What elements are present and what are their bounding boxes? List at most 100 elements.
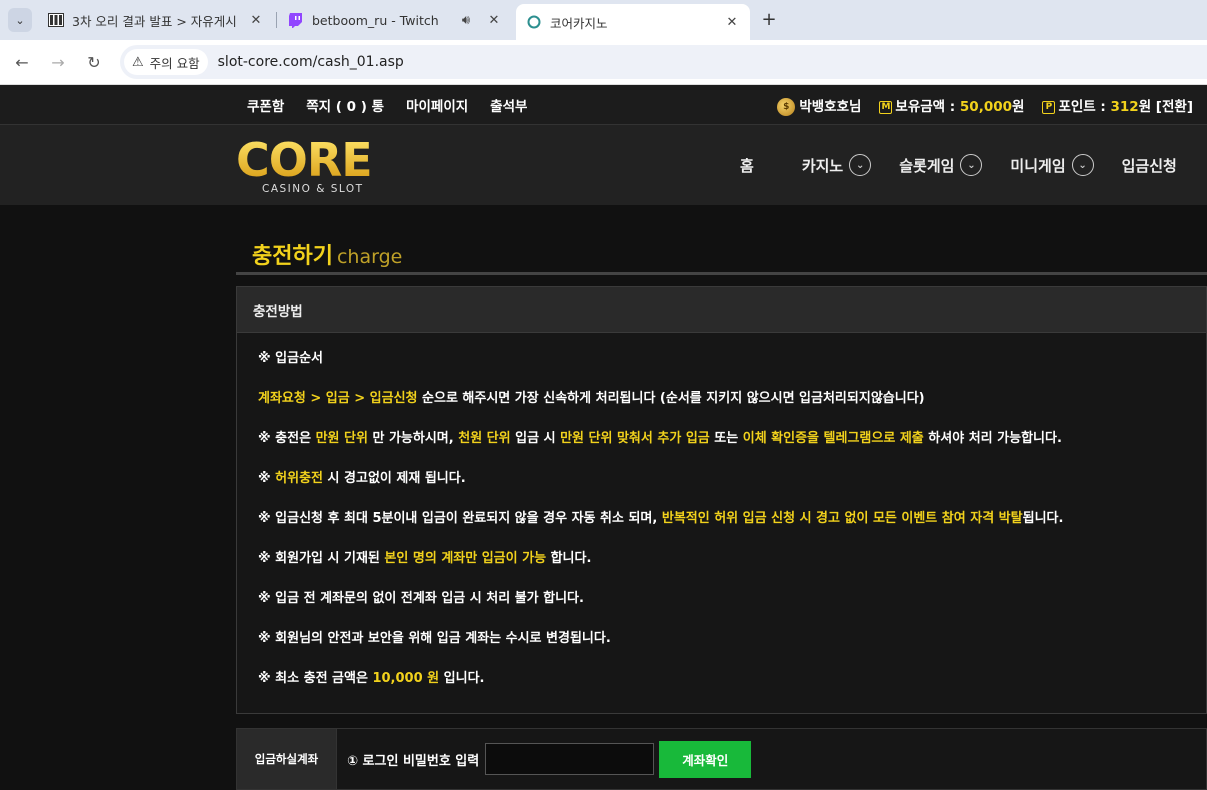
omnibox[interactable]: ⚠ 주의 요함 slot-core.com/cash_01.asp [120,45,1207,79]
coupon-link[interactable]: 쿠폰함 [247,95,284,115]
chevron-down-icon: ⌄ [1071,154,1094,176]
info-text: ※ 입금신청 후 최대 5분이내 입금이 완료되지 않을 경우 자동 취소 되며… [258,511,662,526]
balance-group: M 보유금액 : 50,000원 [879,95,1024,115]
info-highlight: 반복적인 허위 입금 신청 시 경고 없이 모든 이벤트 참여 자격 박탈 [661,511,1023,526]
info-text: 하셔야 처리 가능합니다. [923,431,1062,446]
info-highlight: 허위충전 [275,471,324,486]
title-divider [236,272,1207,275]
page-title-ko: 충전하기 [252,244,333,269]
nav-home[interactable]: 홈 [740,155,754,176]
warning-triangle-icon: ⚠ [132,54,144,70]
info-line-5: ※ 입금신청 후 최대 5분이내 입금이 완료되지 않을 경우 자동 취소 되며… [258,511,1206,551]
password-input[interactable] [485,743,655,775]
nav-deposit[interactable]: 입금신청 [1122,155,1177,176]
form-label: 입금하실계좌 [237,729,337,789]
point-group: P 포인트 : 312원 [전환] [1042,95,1193,115]
money-icon: M [879,100,893,114]
point-icon: P [1042,100,1056,114]
info-line-1: ※ 입금순서 [258,351,1206,391]
info-line-2: 계좌요청 > 입금 > 입금신청 순으로 해주시면 가장 신속하게 처리됩니다 … [258,391,1206,431]
info-text: 됩니다. [1022,511,1064,526]
nav-slot-label: 슬롯게임 [899,156,955,175]
message-link[interactable]: 쪽지 ( 0 ) 통 [306,95,384,115]
info-text: 또는 [709,431,743,446]
info-line-7: ※ 입금 전 계좌문의 없이 전계좌 입금 시 처리 불가 합니다. [258,591,1206,631]
speaker-icon[interactable]: 🔊︎ [458,12,474,28]
browser-tab-1[interactable]: 3차 오리 결과 발표 > 자유게시 ✕ [38,0,274,40]
loading-circle-icon [526,14,542,30]
forward-arrow-icon[interactable]: → [48,52,68,72]
info-highlight: 천원 단위 [458,431,511,446]
nav-casino[interactable]: 카지노 ⌄ [801,154,872,176]
reload-icon[interactable]: ↻ [84,52,104,72]
tab-search-chevron-icon[interactable]: ⌄ [8,8,32,32]
top-nav-links: 쿠폰함 쪽지 ( 0 ) 통 마이페이지 출석부 [247,85,527,125]
browser-tab-3-active[interactable]: 코어카지노 ✕ [516,4,750,40]
chevron-down-icon: ⌄ [960,154,983,176]
info-highlight: 10,000 원 [372,671,440,686]
address-bar-row: ← → ↻ ⚠ 주의 요함 slot-core.com/cash_01.asp [0,40,1207,85]
info-text: ※ 입금 전 계좌문의 없이 전계좌 입금 시 처리 불가 합니다. [258,591,584,606]
info-line-6: ※ 회원가입 시 기재된 본인 명의 계좌만 입금이 가능 합니다. [258,551,1206,591]
nav-home-label: 홈 [740,156,754,175]
nav-casino-label: 카지노 [801,156,844,175]
info-text: ※ [258,471,276,486]
info-text: 순으로 해주시면 가장 신속하게 처리됩니다 (순서를 지키지 않으시면 입금처… [417,391,925,406]
info-line-4: ※ 허위충전 시 경고없이 제재 됩니다. [258,471,1206,511]
info-text: ※ 입금순서 [258,351,324,366]
chevron-down-icon: ⌄ [849,154,872,176]
tab-title: 코어카지노 [550,15,608,31]
info-text: 합니다. [546,551,592,566]
nav-slot[interactable]: 슬롯게임 ⌄ [899,154,983,176]
point-label: 포인트 : [1058,99,1111,115]
close-icon[interactable]: ✕ [724,14,740,30]
info-line-8: ※ 회원님의 안전과 보안을 위해 입금 계좌는 수시로 변경됩니다. [258,631,1206,671]
nav-deposit-label: 입금신청 [1121,156,1177,175]
site-header: CORE CASINO & SLOT 홈 카지노 ⌄ 슬롯게임 ⌄ 미니게임 ⌄ 입금… [0,125,1207,205]
back-arrow-icon[interactable]: ← [12,52,32,72]
info-text: 입금 시 [510,431,561,446]
user-name-group: $ 박뱅호호님 [777,95,861,116]
close-icon[interactable]: ✕ [486,12,502,28]
info-text: ※ 최소 충전 금액은 [258,671,373,686]
film-icon [48,12,64,28]
page-title-en: charge [336,246,403,268]
charge-info-panel: 충전방법 ※ 입금순서 계좌요청 > 입금 > 입금신청 순으로 해주시면 가장… [236,286,1207,714]
info-highlight: 만원 단위 [315,431,368,446]
point-unit-convert[interactable]: 원 [전환] [1139,99,1193,115]
site-top-nav: 쿠폰함 쪽지 ( 0 ) 통 마이페이지 출석부 $ 박뱅호호님 M 보유금액 : … [0,85,1207,125]
info-text: ※ 회원가입 시 기재된 [258,551,385,566]
nav-mini-label: 미니게임 [1010,156,1066,175]
panel-heading: 충전방법 [237,287,1206,333]
browser-tab-2[interactable]: betboom_ru - Twitch 🔊︎ ✕ [278,0,512,40]
info-highlight: 계좌요청 > 입금 > 입금신청 [258,391,418,406]
mypage-link[interactable]: 마이페이지 [406,95,468,115]
password-prompt: ① 로그인 비밀번호 입력 [347,753,480,769]
security-warning-chip[interactable]: ⚠ 주의 요함 [124,49,208,75]
info-highlight: 만원 단위 맞춰서 추가 입금 [560,431,710,446]
point-value: 312 [1110,99,1139,115]
core-logo[interactable]: CORE CASINO & SLOT [236,135,401,197]
info-line-9: ※ 최소 충전 금액은 10,000 원 입니다. [258,671,1206,711]
balance-unit: 원 [1012,99,1025,115]
twitch-icon [288,12,304,28]
info-text: 시 경고없이 제재 됩니다. [323,471,466,486]
account-confirm-button[interactable]: 계좌확인 [659,740,752,778]
user-info: $ 박뱅호호님 M 보유금액 : 50,000원 P 포인트 : 312원 [전환] [777,85,1193,125]
page-content: 충전하기 charge 충전방법 ※ 입금순서 계좌요청 > 입금 > 입금신청 … [0,206,1207,790]
close-icon[interactable]: ✕ [248,12,264,28]
info-line-3: ※ 충전은 만원 단위 만 가능하시며, 천원 단위 입금 시 만원 단위 맞춰… [258,431,1206,471]
tab-divider [276,12,277,28]
new-tab-plus-icon[interactable]: + [758,8,780,30]
balance-label: 보유금액 : [895,99,960,115]
logo-subtitle: CASINO & SLOT [262,183,364,195]
nav-mini[interactable]: 미니게임 ⌄ [1010,154,1094,176]
url-text[interactable]: slot-core.com/cash_01.asp [218,54,404,70]
logo-word: CORE [236,135,401,185]
user-name: 박뱅호호님 [799,98,862,115]
page-title: 충전하기 charge [252,238,402,270]
info-text: ※ 회원님의 안전과 보안을 위해 입금 계좌는 수시로 변경됩니다. [258,631,611,646]
user-coin-icon: $ [777,97,796,116]
info-highlight: 본인 명의 계좌만 입금이 가능 [384,551,547,566]
attendance-link[interactable]: 출석부 [490,95,527,115]
